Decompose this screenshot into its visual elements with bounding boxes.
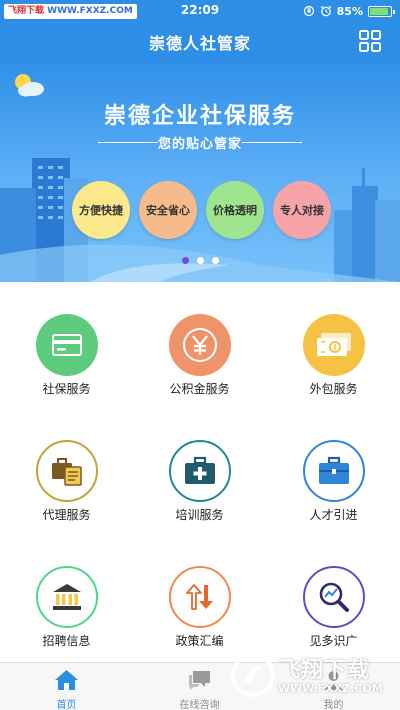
yen-icon [183,328,217,362]
service-outsourcing[interactable]: 外包服务 [267,282,400,408]
service-talent-introduction[interactable]: 人才引进 [267,408,400,534]
service-training[interactable]: 培训服务 [133,408,266,534]
service-housing-fund[interactable]: 公积金服务 [133,282,266,408]
briefcase-docs-icon [52,458,82,486]
watermark-url-text: WWW.FXXZ.COM [278,682,383,695]
service-icon-bg [169,314,231,376]
up-down-arrows-icon [186,584,213,610]
carousel-dot[interactable] [181,257,189,264]
feature-label: 专人对接 [280,204,324,217]
rotation-lock-icon [303,5,314,17]
service-icon-bg [169,566,231,628]
weather-icon [15,74,44,97]
service-label: 代理服务 [42,508,91,522]
status-indicators: 85% [303,3,395,19]
feature-label: 安全省心 [146,204,190,217]
cash-icon [317,333,351,356]
service-icon-bg [36,566,98,628]
grid-icon[interactable] [358,29,382,53]
service-icon-bg [303,314,365,376]
service-label: 培训服务 [175,508,224,522]
carousel-dot[interactable] [211,257,219,264]
feature-label: 价格透明 [213,204,257,217]
card-icon [52,334,82,356]
watermark-overlay: 飞翔下载 WWW.FXXZ.COM [228,648,398,706]
service-broaden-knowledge[interactable]: 见多识广 [267,534,400,660]
alarm-icon [320,5,331,17]
feature-badge-transparent: 价格透明 [206,181,264,239]
battery-icon [368,5,395,17]
service-icon-bg [36,440,98,502]
watermark-title: 飞翔下载 [278,658,371,683]
feature-badge-secure: 安全省心 [139,181,197,239]
bank-icon [53,584,81,610]
home-icon [55,670,78,690]
watermark-logo-icon [231,653,275,697]
banner-cityscape [0,74,400,282]
service-label: 社保服务 [42,382,91,396]
banner-subtitle-row: 您的贴心管家 [0,133,400,152]
service-label: 公积金服务 [169,382,230,396]
page-title: 崇德人社管家 [148,34,251,53]
top-bar: 飞翔下载 WWW.FXXZ.COM 22:09 85% 崇德人社管家 [0,0,400,60]
service-icon-bg [36,314,98,376]
banner-title: 崇德企业社保服务 [103,104,296,129]
battery-percent: 85% [336,4,363,18]
status-bar: 飞翔下载 WWW.FXXZ.COM 22:09 85% [0,0,400,22]
service-social-security[interactable]: 社保服务 [0,282,133,408]
promo-banner[interactable]: 崇德企业社保服务 您的贴心管家 方便快捷 安全省心 价格透明 专人对接 [0,60,400,282]
medical-kit-icon [185,456,215,484]
service-icon-bg [169,440,231,502]
briefcase-icon [319,456,349,484]
service-recruitment[interactable]: 招聘信息 [0,534,133,660]
service-label: 政策汇编 [175,634,224,648]
banner-subtitle: 您的贴心管家 [157,137,242,152]
feature-badge-convenient: 方便快捷 [72,181,130,239]
service-icon-bg [303,566,365,628]
service-label: 招聘信息 [42,634,91,648]
feature-label: 方便快捷 [79,204,123,217]
subtitle-divider-left [98,142,158,143]
chat-icon [189,671,210,690]
service-label: 见多识广 [309,634,358,648]
carousel-dot[interactable] [196,257,204,264]
service-grid: 社保服务 公积金服务 外包服务 代理服务 培训服务 人才引进 招聘信息 政策汇编… [0,282,400,662]
service-icon-bg [303,440,365,502]
service-agency[interactable]: 代理服务 [0,408,133,534]
carousel-indicator [0,257,400,264]
nav-bar: 崇德人社管家 [0,22,400,60]
subtitle-divider-right [242,142,302,143]
service-label: 人才引进 [309,508,358,522]
feature-badge-dedicated: 专人对接 [273,181,331,239]
service-label: 外包服务 [309,382,358,396]
magnifier-chart-icon [319,582,349,612]
tab-home[interactable]: 首页 [0,663,133,710]
service-policy-compilation[interactable]: 政策汇编 [133,534,266,660]
tab-label: 首页 [56,700,77,710]
